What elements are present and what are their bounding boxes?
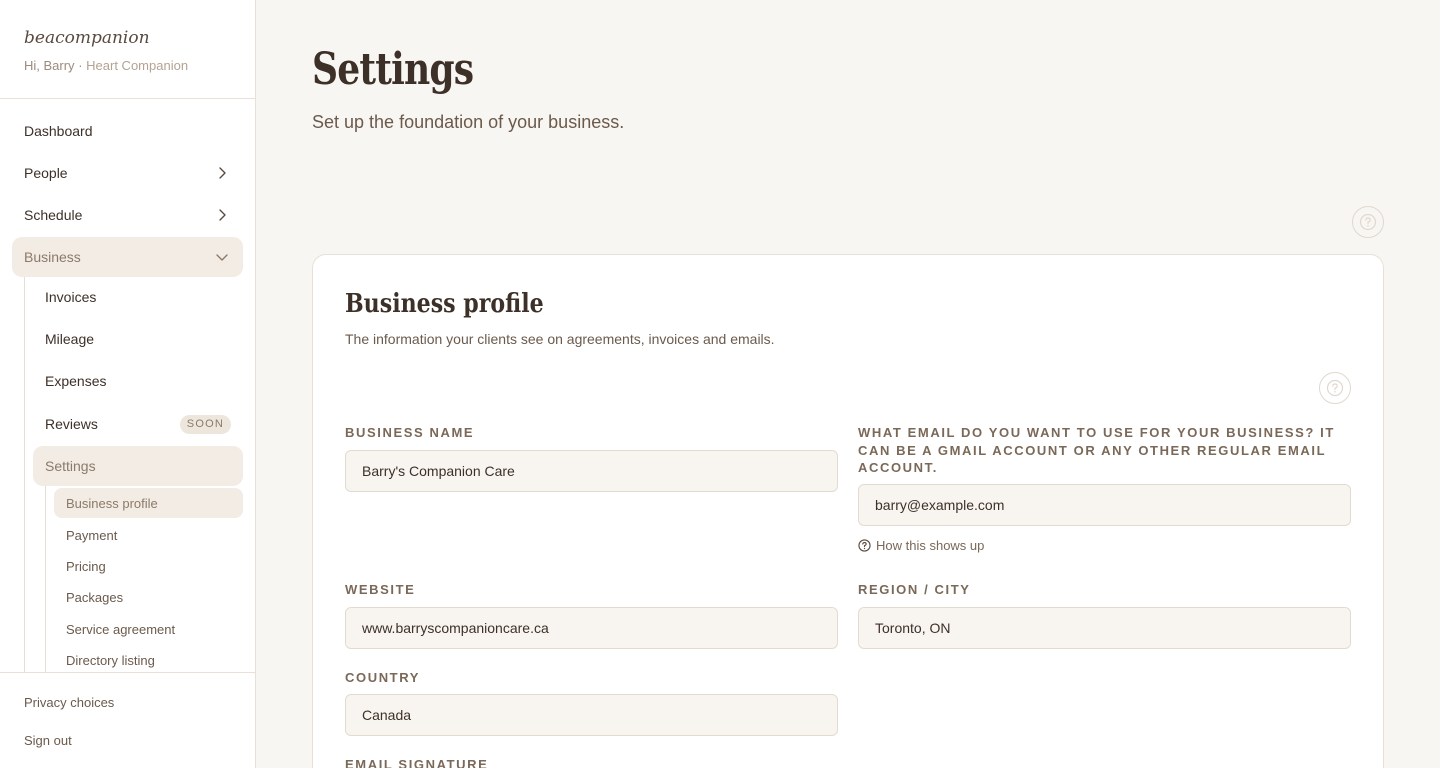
country-input[interactable]: Canada xyxy=(345,694,838,736)
nav-tree-line xyxy=(24,277,25,672)
region-city-label: Region / City xyxy=(858,582,971,597)
business-email-label: What email do you want to use for your b… xyxy=(858,425,1335,475)
greeting-separator: · xyxy=(78,58,83,73)
sidebar-item-pricing[interactable]: Pricing xyxy=(54,551,243,581)
sidebar-item-label: Service agreement xyxy=(66,621,176,637)
sidebar-item-label: Settings xyxy=(45,458,96,474)
sidebar-item-directory-listing[interactable]: Directory listing xyxy=(54,645,243,675)
chevron-right-icon xyxy=(219,209,226,221)
sidebar-divider xyxy=(0,98,255,99)
nav-tree-line xyxy=(45,486,46,672)
page-title: Settings xyxy=(312,44,474,95)
chevron-down-icon xyxy=(216,254,228,261)
sidebar: beacompanion Hi, Barry · Heart Companion… xyxy=(0,0,256,768)
business-name-input[interactable]: Barry's Companion Care xyxy=(345,450,838,492)
sidebar-item-reviews[interactable]: Reviews SOON xyxy=(33,404,243,444)
sidebar-item-business[interactable]: Business xyxy=(12,237,243,277)
sidebar-footer: Privacy choices Sign out xyxy=(0,672,255,768)
greeting-text: Hi, Barry xyxy=(24,58,75,73)
question-icon xyxy=(1359,213,1377,231)
sidebar-item-dashboard[interactable]: Dashboard xyxy=(12,111,243,151)
business-email-input[interactable]: barry@example.com xyxy=(858,484,1351,526)
card-help-button[interactable] xyxy=(1319,372,1351,404)
brand-logo[interactable]: beacompanion xyxy=(24,28,150,48)
question-icon xyxy=(1326,379,1344,397)
sidebar-item-label: Mileage xyxy=(45,331,95,347)
sidebar-item-expenses[interactable]: Expenses xyxy=(33,361,243,401)
sidebar-item-label: People xyxy=(24,165,68,181)
sidebar-item-label: Pricing xyxy=(66,558,106,574)
sidebar-item-mileage[interactable]: Mileage xyxy=(33,319,243,359)
soon-badge: SOON xyxy=(179,415,231,434)
sidebar-item-label: Schedule xyxy=(24,207,83,223)
business-profile-card: Business profile The information your cl… xyxy=(312,254,1384,768)
website-label: Website xyxy=(345,582,416,597)
website-input[interactable]: www.barryscompanioncare.ca xyxy=(345,607,838,649)
chevron-right-icon xyxy=(219,167,226,179)
sidebar-item-packages[interactable]: Packages xyxy=(54,582,243,612)
sign-out-link[interactable]: Sign out xyxy=(24,733,72,748)
sidebar-item-label: Business xyxy=(24,249,81,265)
card-title: Business profile xyxy=(345,289,544,319)
business-name-label: Business name xyxy=(345,425,475,440)
sidebar-item-label: Dashboard xyxy=(24,123,93,139)
page-help-button[interactable] xyxy=(1352,206,1384,238)
sidebar-item-label: Directory listing xyxy=(66,652,155,668)
user-greeting: Hi, Barry · Heart Companion xyxy=(24,58,188,73)
sidebar-item-invoices[interactable]: Invoices xyxy=(33,277,243,317)
card-subtitle: The information your clients see on agre… xyxy=(345,331,775,347)
region-city-input[interactable]: Toronto, ON xyxy=(858,607,1351,649)
user-role: Heart Companion xyxy=(86,58,189,73)
sidebar-item-schedule[interactable]: Schedule xyxy=(12,195,243,235)
privacy-choices-link[interactable]: Privacy choices xyxy=(24,695,114,710)
question-icon xyxy=(858,539,871,552)
sidebar-item-service-agreement[interactable]: Service agreement xyxy=(54,614,243,644)
country-label: Country xyxy=(345,670,420,685)
sidebar-item-label: Reviews xyxy=(45,416,98,432)
how-this-shows-up-link[interactable]: How this shows up xyxy=(858,538,984,553)
sidebar-item-payment[interactable]: Payment xyxy=(54,520,243,550)
sidebar-item-label: Business profile xyxy=(66,495,158,511)
sidebar-item-label: Expenses xyxy=(45,373,107,389)
sidebar-item-settings[interactable]: Settings xyxy=(33,446,243,486)
sidebar-item-label: Invoices xyxy=(45,289,97,305)
sidebar-item-label: Packages xyxy=(66,589,124,605)
email-signature-label: Email signature xyxy=(345,757,489,768)
sidebar-item-business-profile[interactable]: Business profile xyxy=(54,488,243,518)
hint-text: How this shows up xyxy=(876,538,985,553)
sidebar-item-label: Payment xyxy=(66,527,118,543)
page-subtitle: Set up the foundation of your business. xyxy=(312,112,625,132)
sidebar-item-people[interactable]: People xyxy=(12,153,243,193)
